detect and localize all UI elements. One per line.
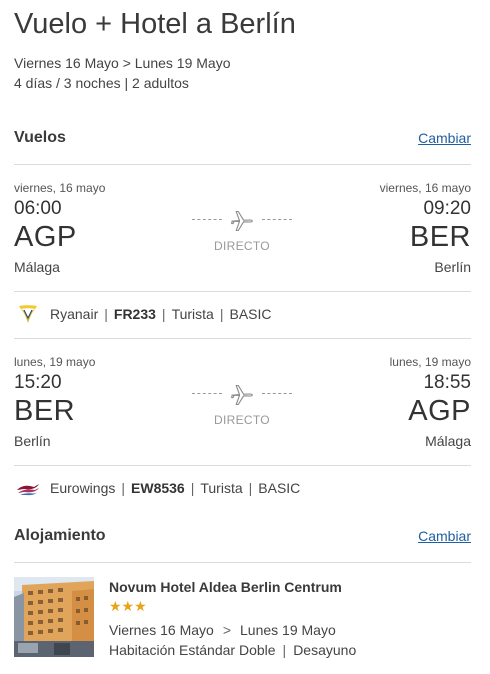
airline-name: Ryanair — [50, 306, 99, 322]
hotel-star-rating: ★★★ — [109, 598, 147, 614]
divider — [14, 164, 471, 165]
departure-airport-code: AGP — [14, 221, 77, 253]
airplane-icon — [231, 210, 253, 232]
direct-label: DIRECTO — [214, 239, 270, 253]
check-out-date: Lunes 19 Mayo — [240, 622, 336, 638]
flight-route-indicator: DIRECTO — [192, 383, 292, 433]
flight-number: FR233 — [113, 306, 156, 322]
change-accommodation-link[interactable]: Cambiar — [418, 528, 471, 544]
arrival-time: 09:20 — [423, 198, 471, 219]
route-dash-left — [192, 393, 222, 394]
route-dash-left — [192, 219, 222, 220]
arrival-time: 18:55 — [423, 372, 471, 393]
airline-name: Eurowings — [50, 480, 116, 496]
flight-number: EW8536 — [131, 480, 185, 496]
airline-details: Eurowings | EW8536 | Turista | BASIC — [50, 480, 301, 496]
return-airline-row: Eurowings | EW8536 | Turista | BASIC — [14, 477, 471, 499]
page-title: Vuelo + Hotel a Berlín — [14, 8, 296, 40]
divider — [14, 562, 471, 563]
arrival-date: viernes, 16 mayo — [379, 181, 471, 195]
cabin-class: Turista — [171, 306, 214, 322]
fare-type: BASIC — [229, 306, 272, 322]
hotel-photo[interactable] — [14, 577, 94, 657]
trip-summary-text: 4 días / 3 noches | 2 adultos — [14, 75, 189, 91]
hotel-room-info: Habitación Estándar Doble | Desayuno — [109, 642, 357, 658]
route-dash-right — [262, 219, 292, 220]
date-arrow: > — [222, 622, 231, 638]
flight-route-indicator: DIRECTO — [192, 209, 292, 259]
ryanair-logo-icon — [19, 305, 37, 323]
departure-date: lunes, 19 mayo — [14, 355, 96, 369]
hotel-name[interactable]: Novum Hotel Aldea Berlin Centrum — [109, 579, 342, 595]
departure-time: 06:00 — [14, 198, 62, 219]
arrival-airport-code: AGP — [408, 395, 471, 427]
change-flights-link[interactable]: Cambiar — [418, 130, 471, 146]
cabin-class: Turista — [200, 480, 243, 496]
flights-section-title: Vuelos — [14, 129, 66, 146]
departure-date: viernes, 16 mayo — [14, 181, 106, 195]
departure-airport-code: BER — [14, 395, 76, 427]
check-in-date: Viernes 16 Mayo — [109, 622, 214, 638]
flights-section-header: Vuelos Cambiar — [14, 129, 471, 149]
accommodation-section-header: Alojamiento Cambiar — [14, 527, 471, 547]
airplane-icon — [231, 384, 253, 406]
airline-details: Ryanair | FR233 | Turista | BASIC — [50, 306, 272, 322]
route-dash-right — [262, 393, 292, 394]
arrival-city: Berlín — [434, 259, 471, 275]
room-type: Habitación Estándar Doble — [109, 642, 276, 658]
accommodation-section-title: Alojamiento — [14, 527, 106, 544]
departure-city: Berlín — [14, 433, 51, 449]
outbound-flight-leg: viernes, 16 mayo 06:00 AGP Málaga DIRECT… — [14, 181, 471, 281]
hotel-building-image — [14, 577, 94, 657]
divider — [14, 338, 471, 339]
arrival-airport-code: BER — [409, 221, 471, 253]
arrival-date: lunes, 19 mayo — [389, 355, 471, 369]
divider — [14, 291, 471, 292]
eurowings-logo-icon — [17, 484, 39, 496]
fare-type: BASIC — [258, 480, 301, 496]
divider — [14, 465, 471, 466]
departure-time: 15:20 — [14, 372, 62, 393]
return-flight-leg: lunes, 19 mayo 15:20 BER Berlín DIRECTO … — [14, 355, 471, 455]
arrival-city: Málaga — [425, 433, 471, 449]
direct-label: DIRECTO — [214, 413, 270, 427]
hotel-stay-dates: Viernes 16 Mayo > Lunes 19 Mayo — [109, 622, 336, 638]
departure-city: Málaga — [14, 259, 60, 275]
outbound-airline-row: Ryanair | FR233 | Turista | BASIC — [14, 303, 471, 325]
board-type: Desayuno — [293, 642, 357, 658]
trip-dates: Viernes 16 Mayo > Lunes 19 Mayo — [14, 55, 231, 71]
